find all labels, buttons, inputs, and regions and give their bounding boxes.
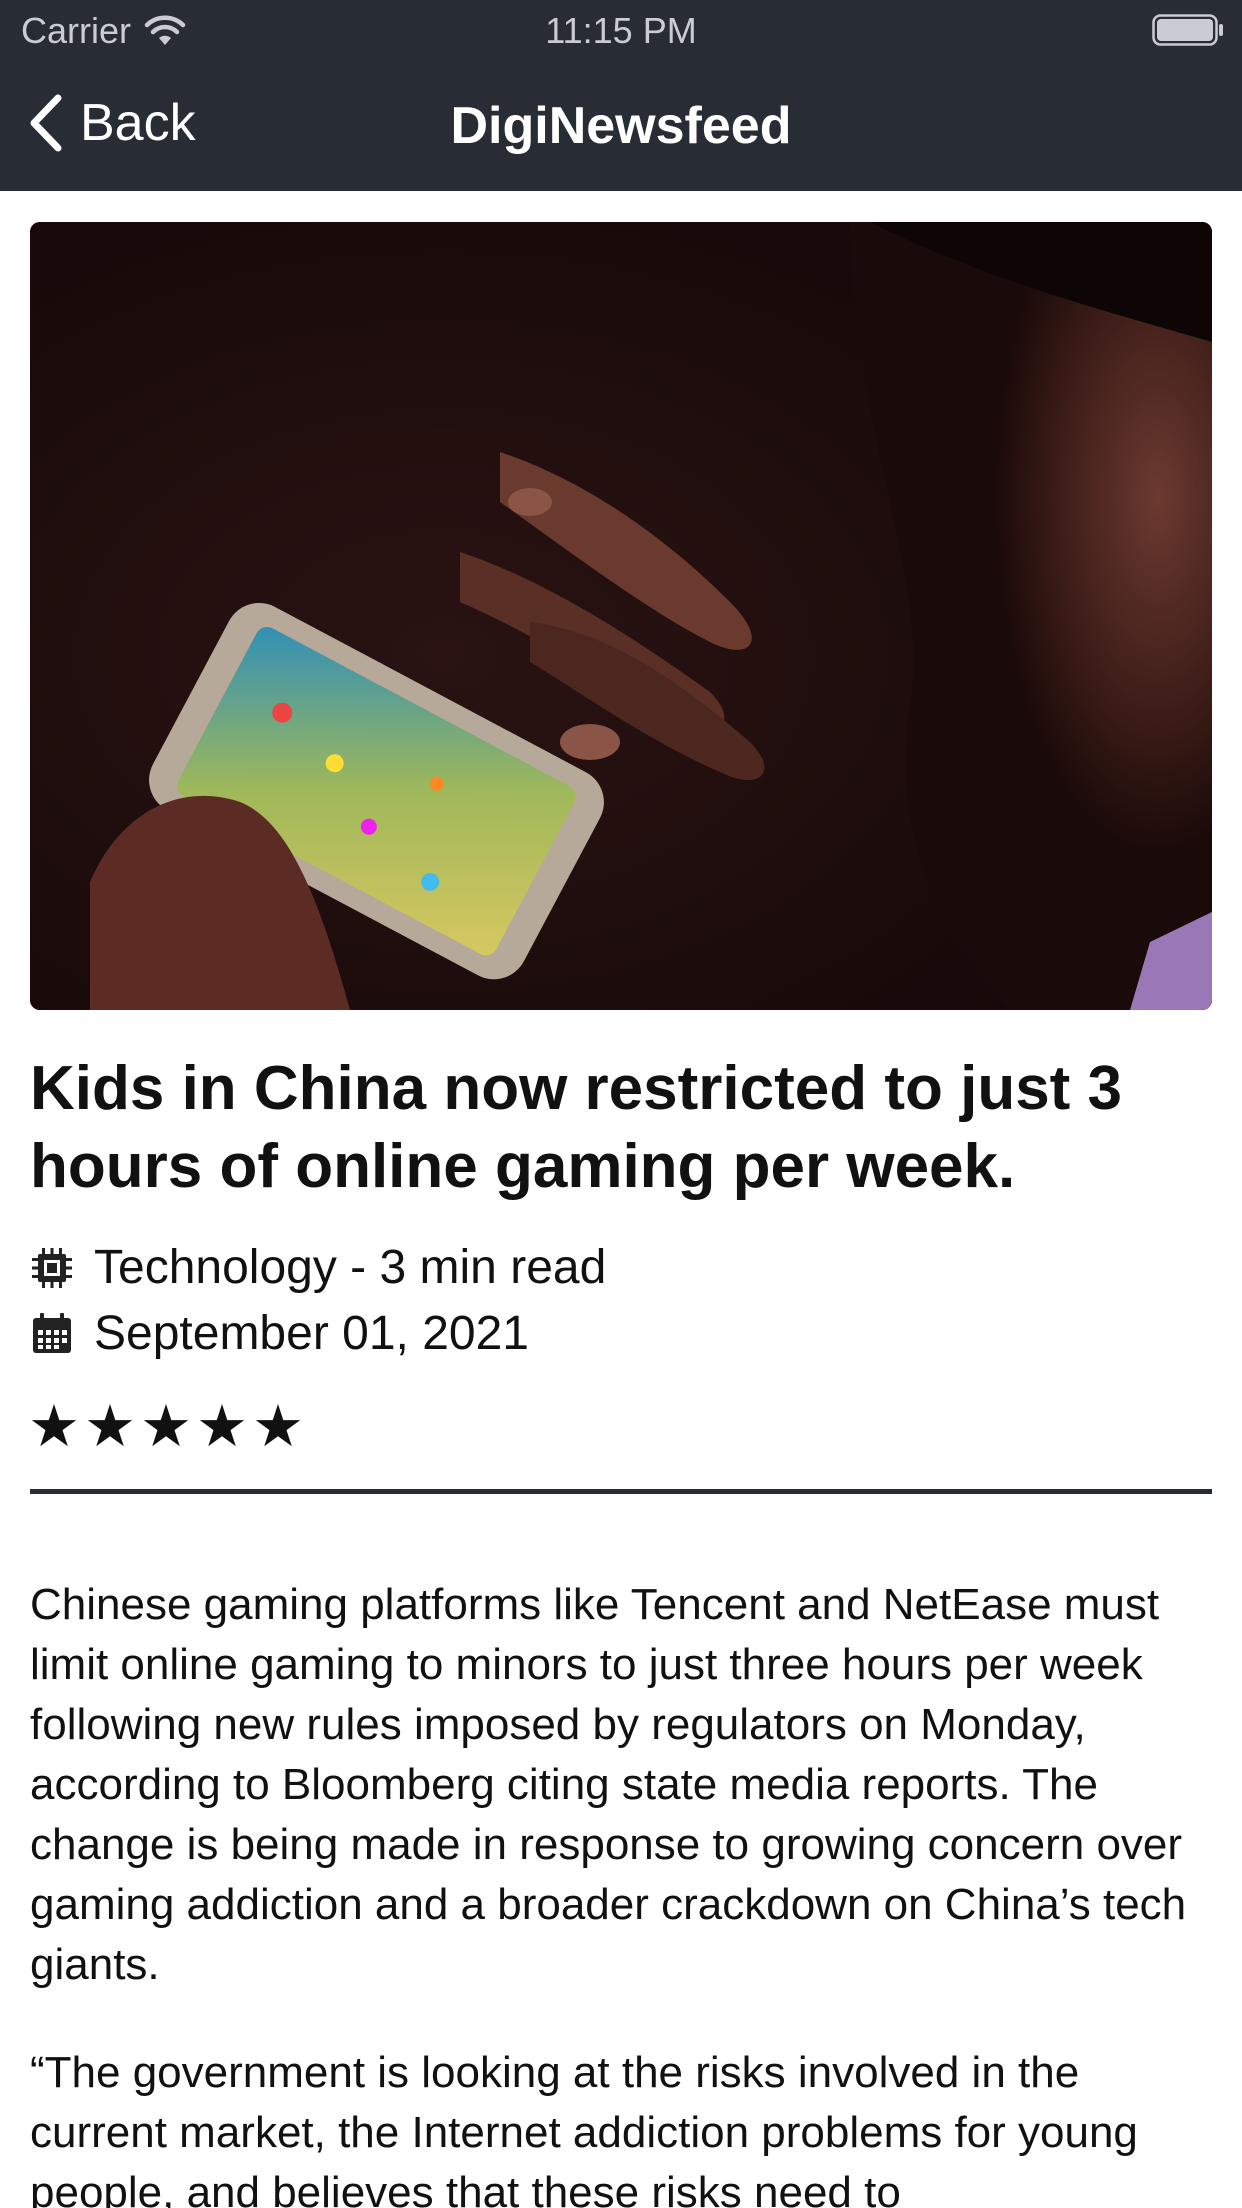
article-hero-image bbox=[30, 222, 1212, 1010]
star-icon: ★ bbox=[196, 1392, 248, 1460]
star-rating: ★ ★ ★ ★ ★ bbox=[28, 1394, 308, 1458]
star-icon: ★ bbox=[84, 1392, 136, 1460]
divider bbox=[30, 1489, 1212, 1494]
status-bar: Carrier 11:15 PM bbox=[0, 0, 1242, 62]
category-read-time: Technology - 3 min read bbox=[94, 1241, 607, 1294]
article-date: September 01, 2021 bbox=[30, 1306, 529, 1361]
child-playing-phone-photo bbox=[30, 222, 1212, 1010]
app-title: DigiNewsfeed bbox=[450, 97, 792, 155]
status-time: 11:15 PM bbox=[545, 10, 697, 51]
battery-icon bbox=[1152, 14, 1223, 46]
top-bar: Carrier 11:15 PM Back DigiNewsfeed bbox=[0, 0, 1242, 191]
article-paragraph: Chinese gaming platforms like Tencent an… bbox=[30, 1580, 1187, 1989]
publish-date: September 01, 2021 bbox=[94, 1307, 529, 1360]
star-icon: ★ bbox=[140, 1392, 192, 1460]
navigation-bar: Back DigiNewsfeed bbox=[0, 62, 1242, 191]
star-icon: ★ bbox=[28, 1392, 80, 1460]
article-category: Technology - 3 min read bbox=[30, 1240, 606, 1295]
article-headline: Kids in China now restricted to just 3 h… bbox=[30, 1054, 1123, 1201]
star-icon: ★ bbox=[252, 1392, 304, 1460]
article-paragraph: “The government is looking at the risks … bbox=[30, 2048, 1138, 2208]
calendar-icon bbox=[33, 1312, 71, 1353]
cpu-chip-icon bbox=[32, 1247, 72, 1288]
